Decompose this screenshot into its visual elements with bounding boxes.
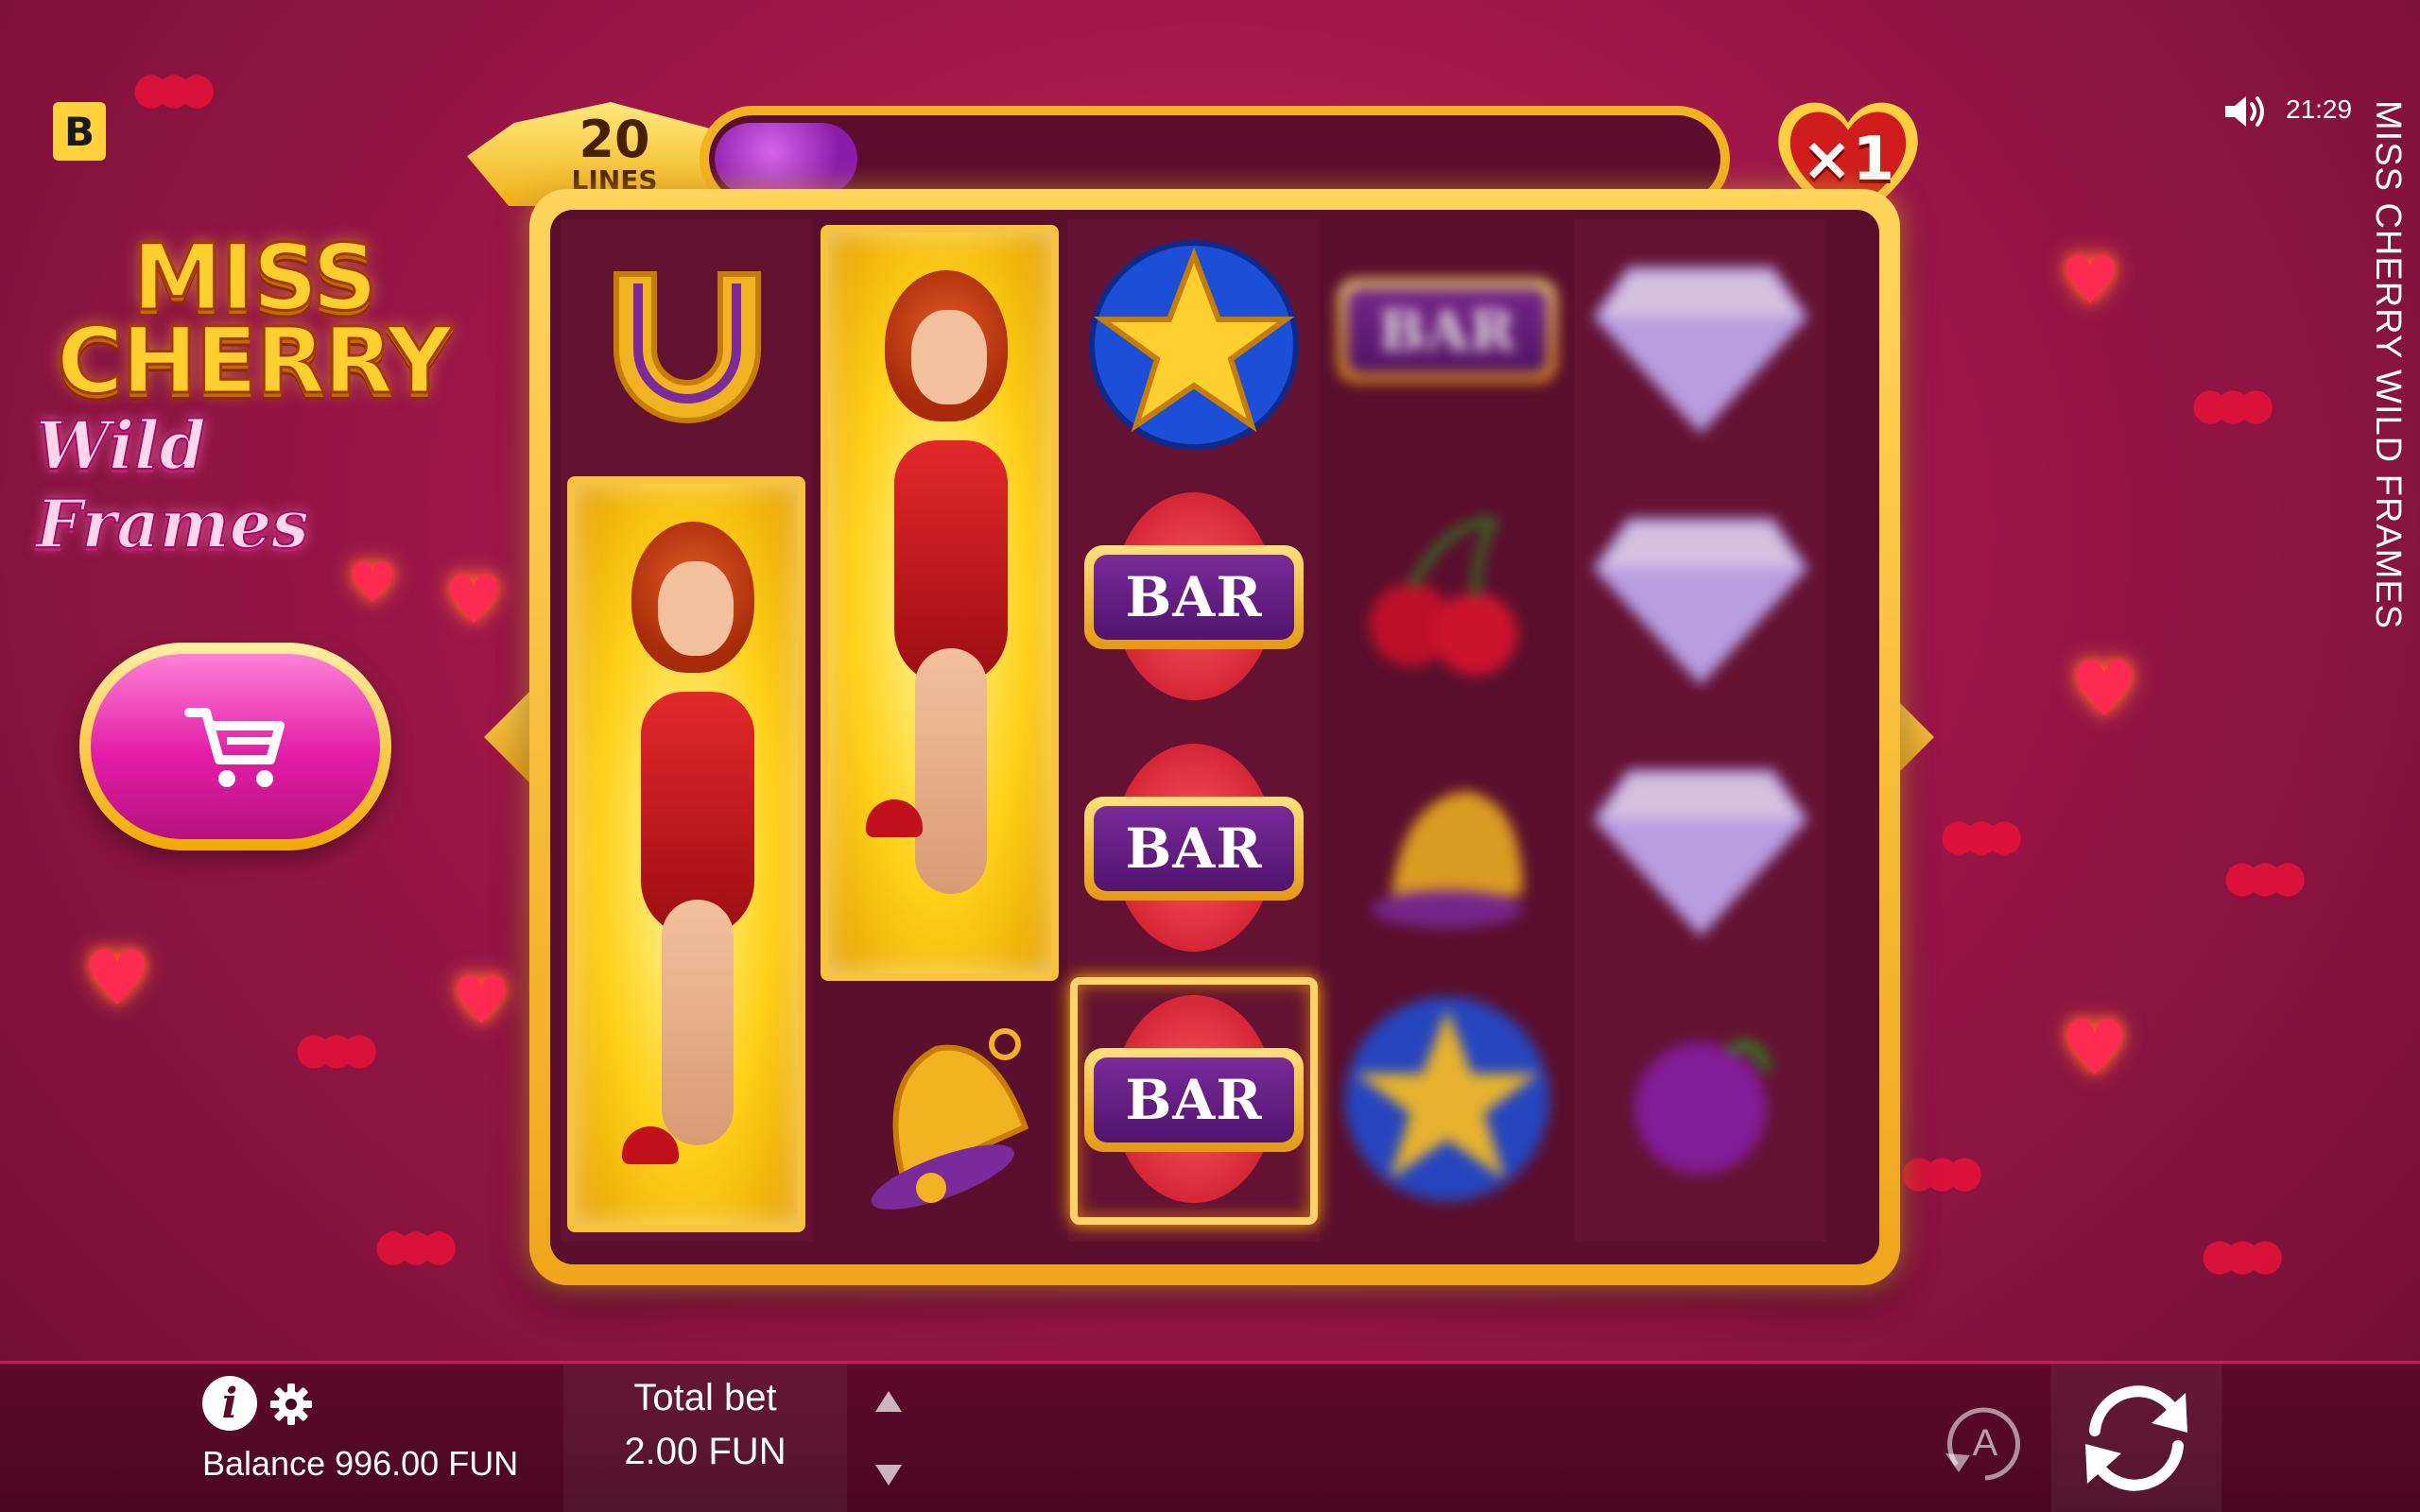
- diamond-icon: [1593, 518, 1808, 686]
- game-logo: MISS CHERRY Wild Frames: [19, 225, 492, 565]
- logo-line-2: CHERRY: [56, 308, 454, 414]
- multiplier-value: ×1: [1801, 125, 1895, 195]
- star-icon: [1089, 240, 1299, 450]
- balance-display: Balance 996.00 FUN: [202, 1444, 519, 1483]
- sound-icon[interactable]: [2221, 93, 2267, 130]
- spin-button[interactable]: [2051, 1364, 2221, 1512]
- clock: 21:29: [2286, 94, 2353, 124]
- symbol-diamond: [1575, 722, 1826, 973]
- cherry-icon: ●●●: [2223, 850, 2308, 902]
- cherry-icon: ●●●: [374, 1219, 458, 1270]
- horseshoe-icon: [614, 271, 761, 423]
- bar-label: BAR: [1094, 806, 1294, 891]
- heart-icon: ♥: [2070, 645, 2138, 733]
- symbol-bar: BAR: [1068, 722, 1320, 973]
- heart-icon: ♥: [2061, 1005, 2129, 1092]
- heart-icon: ♥: [452, 962, 511, 1040]
- reel-2: [815, 219, 1066, 1242]
- symbol-bell: [1322, 722, 1573, 973]
- symbol-wild-miss-cherry: [567, 476, 805, 1232]
- heart-icon: ♥: [83, 935, 151, 1022]
- bar-label: BAR: [1094, 555, 1294, 640]
- symbol-star: [1068, 219, 1320, 471]
- cart-icon: [184, 708, 285, 787]
- winning-symbol-highlight: [1070, 977, 1318, 1225]
- symbol-wild-miss-cherry: [821, 225, 1059, 981]
- reel-1: [562, 219, 813, 1242]
- logo-line-3: Wild Frames: [35, 405, 310, 564]
- reel-5: [1575, 219, 1826, 1242]
- gear-icon[interactable]: [268, 1382, 314, 1427]
- heart-icon: ♥: [348, 551, 397, 615]
- info-icon[interactable]: i: [202, 1376, 257, 1431]
- lines-count: 20: [579, 110, 650, 169]
- symbol-bar: BAR: [1068, 471, 1320, 722]
- cherry-icon: ●●●: [1900, 1145, 1984, 1196]
- cherry-icon: [1370, 517, 1517, 676]
- cherry-icon: ●●●: [1940, 809, 2024, 860]
- bar-label: BAR: [1347, 288, 1547, 373]
- logo-line-1: MISS: [131, 225, 379, 331]
- reel-3: BAR BAR BAR: [1068, 219, 1320, 1242]
- diamond-icon: [1593, 769, 1808, 937]
- cherry-icon: ●●●: [295, 1022, 379, 1074]
- hearts-progress-fill: [715, 123, 857, 195]
- symbol-diamond: [1575, 471, 1826, 722]
- reel-grid: BAR BAR BAR BAR: [550, 210, 1879, 1264]
- star-icon: [1345, 997, 1549, 1201]
- total-bet-panel: Total bet 2.00 FUN: [563, 1364, 847, 1512]
- bell-icon: [871, 1028, 1029, 1210]
- spin-icon: [2085, 1384, 2187, 1491]
- cherry-icon: ●●●: [2191, 378, 2275, 429]
- symbol-plum: [1575, 973, 1826, 1225]
- heart-icon: ♥: [2061, 242, 2120, 319]
- cherry-icon: ●●●: [2201, 1228, 2285, 1280]
- symbol-diamond: [1575, 219, 1826, 471]
- reel-frame: BAR BAR BAR BAR: [529, 189, 1900, 1285]
- total-bet-label: Total bet: [633, 1377, 777, 1418]
- symbol-bell: [815, 988, 1066, 1240]
- heart-icon: ♥: [444, 561, 504, 639]
- symbol-bar: BAR: [1322, 219, 1573, 471]
- buy-feature-button[interactable]: [79, 643, 391, 850]
- total-bet-value: 2.00 FUN: [624, 1431, 786, 1472]
- autoplay-letter: A: [1973, 1422, 1998, 1464]
- reel-4: BAR: [1322, 219, 1573, 1242]
- cherry-icon: ●●●: [132, 62, 216, 113]
- symbol-horseshoe: [562, 219, 813, 471]
- diamond-icon: [1593, 266, 1808, 435]
- game-title-vertical: MISS CHERRY WILD FRAMES: [2368, 100, 2408, 630]
- autoplay-icon[interactable]: A: [1938, 1397, 2032, 1491]
- plum-icon: [1634, 1040, 1772, 1175]
- bell-icon: [1372, 791, 1523, 928]
- symbol-star: [1322, 973, 1573, 1225]
- brand-icon: B: [53, 102, 106, 161]
- symbol-cherry: [1322, 471, 1573, 722]
